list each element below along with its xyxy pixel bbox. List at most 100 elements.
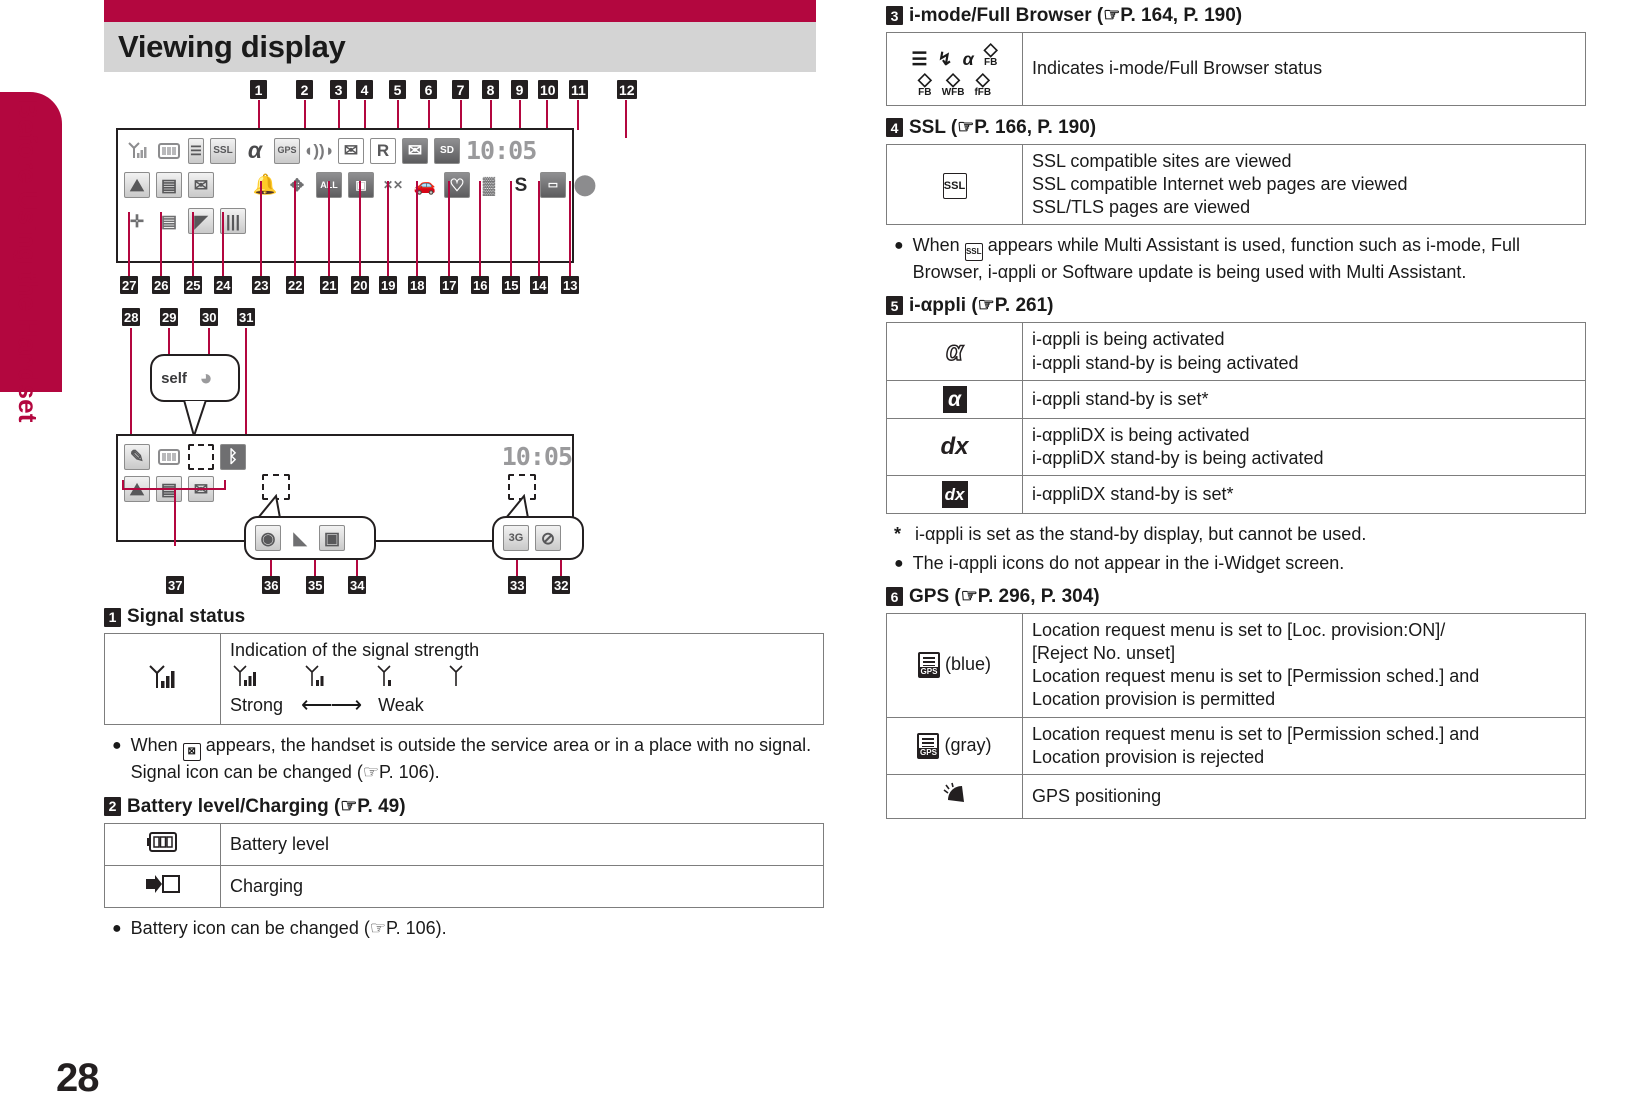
origami-icon: ◣	[293, 528, 307, 548]
i-appli-dx-active-icon: dx	[940, 432, 969, 460]
gps-blue-desc-1: Location request menu is set to [Loc. pr…	[1032, 620, 1446, 641]
callout-3: 3	[330, 80, 347, 99]
callout-16: 16	[471, 276, 490, 294]
network-icons-bubble: 3G ⊘	[492, 516, 584, 560]
bullet-icon: ●	[112, 919, 122, 937]
gps-table: (blue) Location request menu is set to […	[886, 613, 1586, 819]
gps-positioning-desc: GPS positioning	[1032, 785, 1162, 806]
section-heading-imode: 3 i-mode/Full Browser (☞P. 164, P. 190)	[886, 4, 1586, 27]
callout-5: 5	[389, 80, 406, 99]
section-heading-gps: 6 GPS (☞P. 296, P. 304)	[886, 585, 1586, 608]
ssl-desc-2: SSL compatible Internet web pages are vi…	[1032, 174, 1408, 195]
section-title-2: Battery level/Charging (☞P. 49)	[127, 795, 406, 817]
gps-gray-desc-1: Location request menu is set to [Permiss…	[1032, 723, 1480, 744]
page-number: 28	[56, 1056, 99, 1100]
iappli-desc-3a: i-αppliDX is being activated	[1032, 424, 1250, 445]
mode-icons-bubble: self ◕	[150, 354, 240, 402]
signal-2-icon	[377, 665, 391, 687]
battery-icon	[146, 831, 177, 852]
bullet-icon: ●	[894, 237, 904, 255]
signal-4-icon	[233, 665, 256, 687]
section-heading-battery: 2 Battery level/Charging (☞P. 49)	[104, 795, 824, 818]
battery-icon	[156, 444, 182, 470]
i-mode-icon: ☰	[188, 137, 204, 164]
mail-icon: ✉	[338, 137, 364, 164]
section-title-1: Signal status	[127, 606, 246, 627]
wfb-glyph-icon: ◇ WFB	[941, 69, 965, 98]
imode-table: ☰ ↯ α ◇ FB ◇ FB ◇ WFB ◇ fFB Indicates i-…	[886, 32, 1586, 106]
header-accent-bar	[104, 0, 816, 22]
callout-13: 13	[561, 276, 580, 294]
callout-27: 27	[120, 276, 139, 294]
section-heading-signal-status: 1 Signal status	[104, 606, 824, 628]
bullet-icon: ●	[894, 555, 904, 572]
section-title-3: i-mode/Full Browser (☞P. 164, P. 190)	[909, 5, 1243, 26]
callout-6: 6	[420, 80, 437, 99]
function-icons-bubble: ◉ ◣ ▣	[244, 516, 376, 560]
fb-glyph-icon: ◇ FB	[917, 69, 932, 98]
signal-arrow-icon: ⟵⟶	[301, 692, 362, 718]
mail-box-icon: ✉	[188, 172, 214, 198]
data-icon: ▤	[156, 172, 182, 198]
gps-blue-label: (blue)	[944, 654, 992, 675]
table-row: Battery level	[104, 822, 824, 866]
ssl-desc-3: SSL/TLS pages are viewed	[1032, 197, 1251, 218]
qr-icon: ▣	[319, 525, 345, 551]
roaming-icon: R	[370, 137, 396, 164]
callout-23: 23	[252, 276, 271, 294]
sd-card-icon: SD	[434, 137, 460, 164]
callout-20: 20	[351, 276, 370, 294]
i-appli-icon: α	[247, 137, 263, 163]
callout-28: 28	[122, 308, 141, 326]
battery-note-text: Battery icon can be changed (☞P. 106).	[130, 917, 447, 938]
callout-32: 32	[552, 576, 571, 594]
table-row: (blue) Location request menu is set to […	[886, 613, 1586, 718]
ssl-note-after: appears while Multi Assistant is used, f…	[912, 235, 1520, 283]
signal-status-table: Indication of the signal strength Strong…	[104, 632, 824, 726]
self-mode-icon: self	[161, 369, 187, 387]
imode-glyph-cell: ☰ ↯ α ◇ FB ◇ FB ◇ WFB ◇ fFB	[886, 32, 1023, 106]
section-number-3: 3	[886, 6, 903, 25]
section-title-5: i-αppli (☞P. 261)	[909, 295, 1054, 317]
table-row: GPS positioning	[886, 773, 1586, 819]
section-number-2: 2	[104, 796, 121, 816]
table-row: Indication of the signal strength Strong…	[104, 632, 824, 726]
signal-icon-cell	[104, 632, 221, 726]
callout-30: 30	[200, 308, 219, 326]
gps-gray-label: (gray)	[944, 734, 992, 755]
signal-heading: Indication of the signal strength	[230, 640, 480, 660]
ssl-desc-1: SSL compatible sites are viewed	[1032, 151, 1292, 171]
i-appli-active-icon: α	[945, 335, 963, 367]
ssl-icon: SSL	[942, 173, 967, 200]
callout-4: 4	[356, 80, 373, 99]
signal-levels	[232, 664, 814, 690]
table-row: Charging	[104, 864, 824, 908]
section-number-6: 6	[886, 587, 903, 607]
stand-by-screen-1: ☰ SSL α GPS ◖))◗ ✉ R ✉ SD 10:05 ⛰ ▤ ✉ 🔔 …	[116, 128, 596, 263]
section-title-6: GPS (☞P. 296, P. 304)	[909, 586, 1100, 608]
gps-blue-desc-3: Location request menu is set to [Permiss…	[1032, 666, 1480, 687]
callout-10: 10	[538, 80, 558, 99]
callout-25: 25	[184, 276, 203, 294]
callout-12: 12	[617, 80, 637, 99]
table-row: α i-αppli is being activated i-αppli sta…	[886, 322, 1586, 381]
signal-1-icon	[449, 665, 463, 687]
mail-folder-icon: ✉	[402, 137, 428, 164]
iappli-desc-1a: i-αppli is being activated	[1032, 329, 1225, 350]
callout-7: 7	[452, 80, 469, 99]
note-off-icon: ✎	[124, 443, 150, 470]
gps-icon	[917, 652, 940, 679]
callout-15: 15	[502, 276, 521, 294]
gps-icon: GPS	[274, 137, 300, 164]
i-mode-glyph-icon: ☰	[911, 49, 928, 69]
chapter-tab-label: Before Using the Handset	[13, 100, 43, 423]
table-row: SSL SSL compatible sites are viewed SSL …	[886, 143, 1586, 226]
charging-icon	[145, 874, 180, 893]
gps-blue-desc-4: Location provision is permitted	[1032, 689, 1276, 710]
battery-note: ● Battery icon can be changed (☞P. 106).	[112, 917, 824, 940]
signal-desc-cell: Indication of the signal strength Strong…	[220, 632, 824, 726]
gps-positioning-icon	[943, 782, 964, 802]
signal-scale: Strong ⟵⟶ Weak	[230, 691, 814, 719]
left-column: Viewing display 1 2 3 4 5 6 7 8 9 10 11 …	[104, 0, 824, 946]
full-browser-glyph-icon: ◇ FB	[983, 39, 998, 68]
